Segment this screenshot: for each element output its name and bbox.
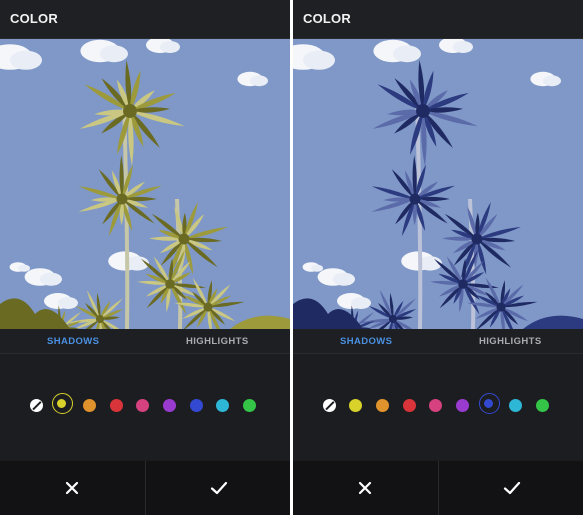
swatch-dot xyxy=(484,398,493,408)
header: COLOR xyxy=(293,0,583,39)
selected-swatch-yellow[interactable] xyxy=(51,393,73,414)
action-bar xyxy=(0,461,290,515)
tinted-photo xyxy=(0,39,290,329)
swatch-none[interactable] xyxy=(29,399,43,412)
action-bar xyxy=(293,461,583,515)
swatch-pink[interactable] xyxy=(135,399,149,412)
tab-bar: SHADOWS HIGHLIGHTS xyxy=(0,329,290,354)
color-swatch-row xyxy=(0,354,290,460)
swatch-cyan[interactable] xyxy=(215,399,229,412)
swatch-orange[interactable] xyxy=(375,399,389,412)
cancel-button[interactable] xyxy=(0,461,145,515)
photo-preview xyxy=(293,39,583,329)
swatch-yellow[interactable] xyxy=(348,399,362,412)
screen-title: COLOR xyxy=(10,11,58,26)
color-swatch-row xyxy=(293,354,583,460)
stage: COLOR SHADOWS HIGHLIGHTS COLOR SHADOWS H… xyxy=(0,0,586,515)
tab-highlights[interactable]: HIGHLIGHTS xyxy=(186,336,249,347)
swatch-dot xyxy=(57,398,66,408)
checkmark-icon xyxy=(503,481,521,495)
swatch-blue[interactable] xyxy=(189,399,203,412)
editor-screen-right: COLOR SHADOWS HIGHLIGHTS xyxy=(293,0,583,515)
tab-shadows[interactable]: SHADOWS xyxy=(340,336,392,347)
cancel-button[interactable] xyxy=(293,461,438,515)
selected-swatch-blue[interactable] xyxy=(478,393,500,414)
tab-bar: SHADOWS HIGHLIGHTS xyxy=(293,329,583,354)
swatch-red[interactable] xyxy=(402,399,416,412)
swatch-none[interactable] xyxy=(322,399,336,412)
swatch-cyan[interactable] xyxy=(508,399,522,412)
swatch-red[interactable] xyxy=(109,399,123,412)
tab-shadows[interactable]: SHADOWS xyxy=(47,336,99,347)
swatch-purple[interactable] xyxy=(162,399,176,412)
swatch-green[interactable] xyxy=(535,399,549,412)
swatch-green[interactable] xyxy=(242,399,256,412)
tinted-photo xyxy=(293,39,583,329)
swatch-orange[interactable] xyxy=(82,399,96,412)
close-icon xyxy=(65,481,79,495)
editor-screen-left: COLOR SHADOWS HIGHLIGHTS xyxy=(0,0,290,515)
tab-highlights[interactable]: HIGHLIGHTS xyxy=(479,336,542,347)
swatch-pink[interactable] xyxy=(428,399,442,412)
header: COLOR xyxy=(0,0,290,39)
photo-preview xyxy=(0,39,290,329)
close-icon xyxy=(358,481,372,495)
checkmark-icon xyxy=(210,481,228,495)
screen-title: COLOR xyxy=(303,11,351,26)
confirm-button[interactable] xyxy=(146,461,290,515)
swatch-purple[interactable] xyxy=(455,399,469,412)
confirm-button[interactable] xyxy=(439,461,583,515)
